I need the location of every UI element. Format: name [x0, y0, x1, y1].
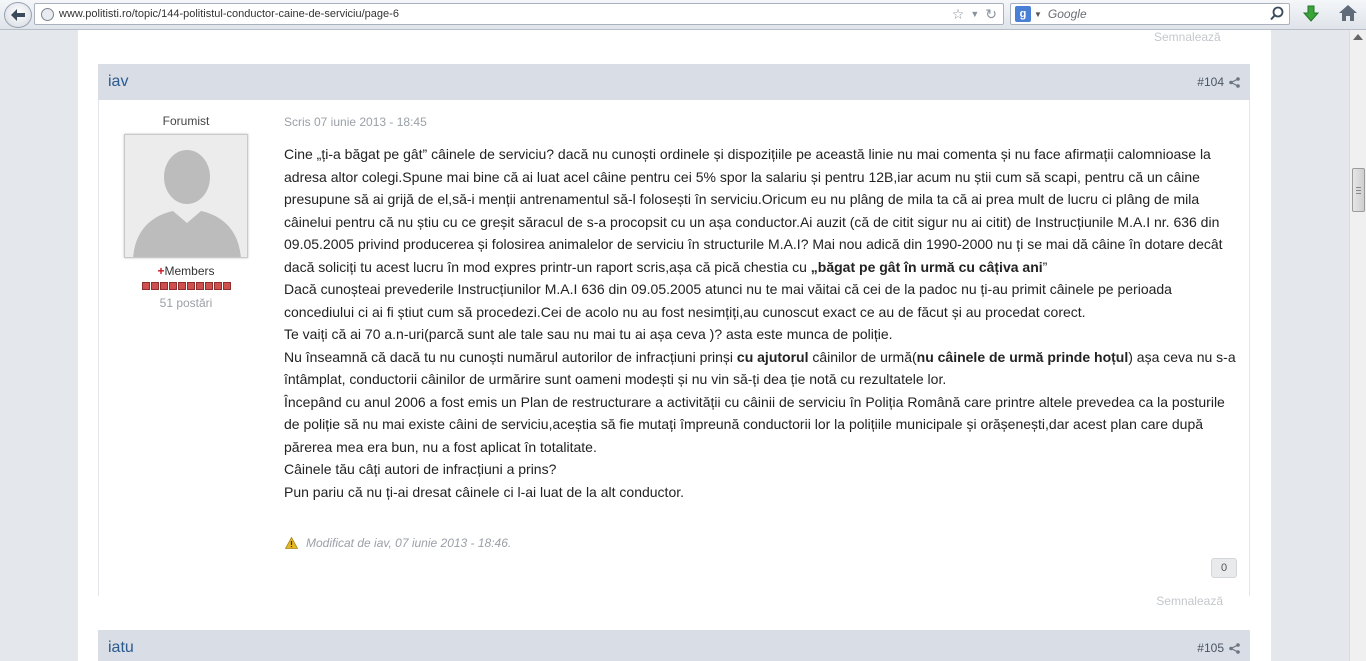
- post-text-run: Dacă cunoșteai prevederile Instrucțiunil…: [284, 281, 1172, 320]
- search-engine-icon[interactable]: g: [1015, 6, 1031, 22]
- user-title: Forumist: [162, 114, 210, 128]
- post-text-run: Începând cu anul 2006 a fost emis un Pla…: [284, 393, 1225, 455]
- address-bar[interactable]: www.politisti.ro/topic/144-politistul-co…: [34, 3, 1004, 25]
- dropdown-icon[interactable]: ▼: [970, 9, 979, 23]
- rank-pip: [222, 282, 231, 290]
- rank-pip: [186, 282, 195, 290]
- post-text-bold: cu ajutorul: [736, 348, 809, 365]
- post-text: Cine „ți-a băgat pe gât” câinele de serv…: [284, 143, 1244, 503]
- share-icon[interactable]: [1229, 76, 1240, 88]
- post-paragraph: Pun pariu că nu ți-ai dresat câinele ci …: [284, 481, 1244, 504]
- rank-pip: [168, 282, 177, 290]
- post-paragraph: Începând cu anul 2006 a fost emis un Pla…: [284, 391, 1244, 459]
- home-icon[interactable]: [1338, 4, 1358, 22]
- warning-icon: [285, 537, 298, 549]
- avatar-silhouette-icon: [133, 150, 241, 257]
- user-group-label: Members: [164, 264, 215, 278]
- globe-icon: [41, 8, 54, 21]
- post-text-run: Te vaiți că ai 70 a.n-uri(parcă sunt ale…: [284, 326, 893, 342]
- vertical-scrollbar[interactable]: [1349, 30, 1366, 661]
- forum-page: Semnalează iav #104 Forumist +Members 51…: [78, 30, 1271, 661]
- post-text-run: Pun pariu că nu ți-ai dresat câinele ci …: [284, 483, 685, 500]
- rank-pip: [159, 282, 168, 290]
- rank-pips: [123, 282, 249, 290]
- next-post-header: iatu #105: [98, 630, 1250, 661]
- rank-pip: [204, 282, 213, 290]
- post-text-run: ”: [1042, 258, 1048, 275]
- post-date: Scris 07 iunie 2013 - 18:45: [284, 115, 427, 129]
- search-placeholder: Google: [1047, 7, 1087, 21]
- post-text-run: Câinele tău câți autori de infracțiuni a…: [284, 461, 557, 477]
- next-post-author-link[interactable]: iatu: [108, 639, 134, 657]
- next-post-number[interactable]: #105: [1197, 641, 1240, 655]
- post-header: iav #104: [98, 64, 1250, 100]
- rank-pip: [177, 282, 186, 290]
- reload-icon[interactable]: ↻: [985, 6, 997, 23]
- post-text-run: câinilor de urmă(: [808, 348, 917, 365]
- report-link[interactable]: Semnalează: [1156, 594, 1223, 608]
- search-bar[interactable]: g ▼ Google: [1010, 3, 1290, 25]
- post-count: 51 postări: [159, 296, 213, 310]
- post-number[interactable]: #104: [1197, 75, 1240, 89]
- url-text: www.politisti.ro/topic/144-politistul-co…: [59, 8, 399, 20]
- scroll-up-arrow-icon[interactable]: [1353, 34, 1363, 40]
- post-paragraph: Nu înseamnă că dacă tu nu cunoști număru…: [284, 346, 1244, 391]
- post-paragraph: Te vaiți că ai 70 a.n-uri(parcă sunt ale…: [284, 323, 1244, 346]
- back-button[interactable]: [4, 2, 32, 28]
- scroll-thumb[interactable]: [1352, 168, 1365, 212]
- rank-pip: [195, 282, 204, 290]
- rank-pip: [213, 282, 222, 290]
- user-info: Forumist +Members 51 postări: [123, 114, 249, 310]
- post-author-link[interactable]: iav: [108, 73, 128, 91]
- post-paragraph: Cine „ți-a băgat pe gât” câinele de serv…: [284, 143, 1244, 278]
- back-arrow-icon: [11, 9, 25, 21]
- report-link-top[interactable]: Semnalează: [1154, 30, 1221, 44]
- post-text-run: Cine „ți-a băgat pe gât” câinele de serv…: [284, 146, 1223, 275]
- post-number-text[interactable]: #104: [1197, 75, 1224, 89]
- engine-dropdown-icon[interactable]: ▼: [1034, 10, 1042, 19]
- search-icon[interactable]: [1269, 6, 1285, 22]
- rank-pip: [141, 282, 150, 290]
- edit-note: Modificat de iav, 07 iunie 2013 - 18:46.: [285, 536, 511, 550]
- post-paragraph: Câinele tău câți autori de infracțiuni a…: [284, 458, 1244, 481]
- post-paragraph: Dacă cunoșteai prevederile Instrucțiunil…: [284, 278, 1244, 323]
- post-content: Scris 07 iunie 2013 - 18:45 Cine „ți-a b…: [284, 115, 1244, 503]
- post-body: Forumist +Members 51 postări Scris 07 iu…: [98, 100, 1250, 608]
- avatar[interactable]: [124, 134, 248, 258]
- post-text-bold: nu câinele de urmă prinde hoțul: [916, 348, 1129, 365]
- reputation-badge[interactable]: 0: [1211, 558, 1237, 578]
- rank-pip: [150, 282, 159, 290]
- star-icon[interactable]: ☆: [952, 6, 965, 23]
- browser-toolbar: www.politisti.ro/topic/144-politistul-co…: [0, 0, 1366, 30]
- post-text-bold: „băgat pe gât în urmă cu câțiva ani: [810, 258, 1043, 275]
- share-icon[interactable]: [1229, 642, 1240, 654]
- edit-note-text: Modificat de iav, 07 iunie 2013 - 18:46.: [306, 536, 512, 550]
- post-text-run: Nu înseamnă că dacă tu nu cunoști număru…: [284, 348, 737, 365]
- next-post-number-text[interactable]: #105: [1197, 641, 1224, 655]
- user-group: +Members: [157, 264, 215, 278]
- download-arrow-icon[interactable]: [1302, 5, 1320, 23]
